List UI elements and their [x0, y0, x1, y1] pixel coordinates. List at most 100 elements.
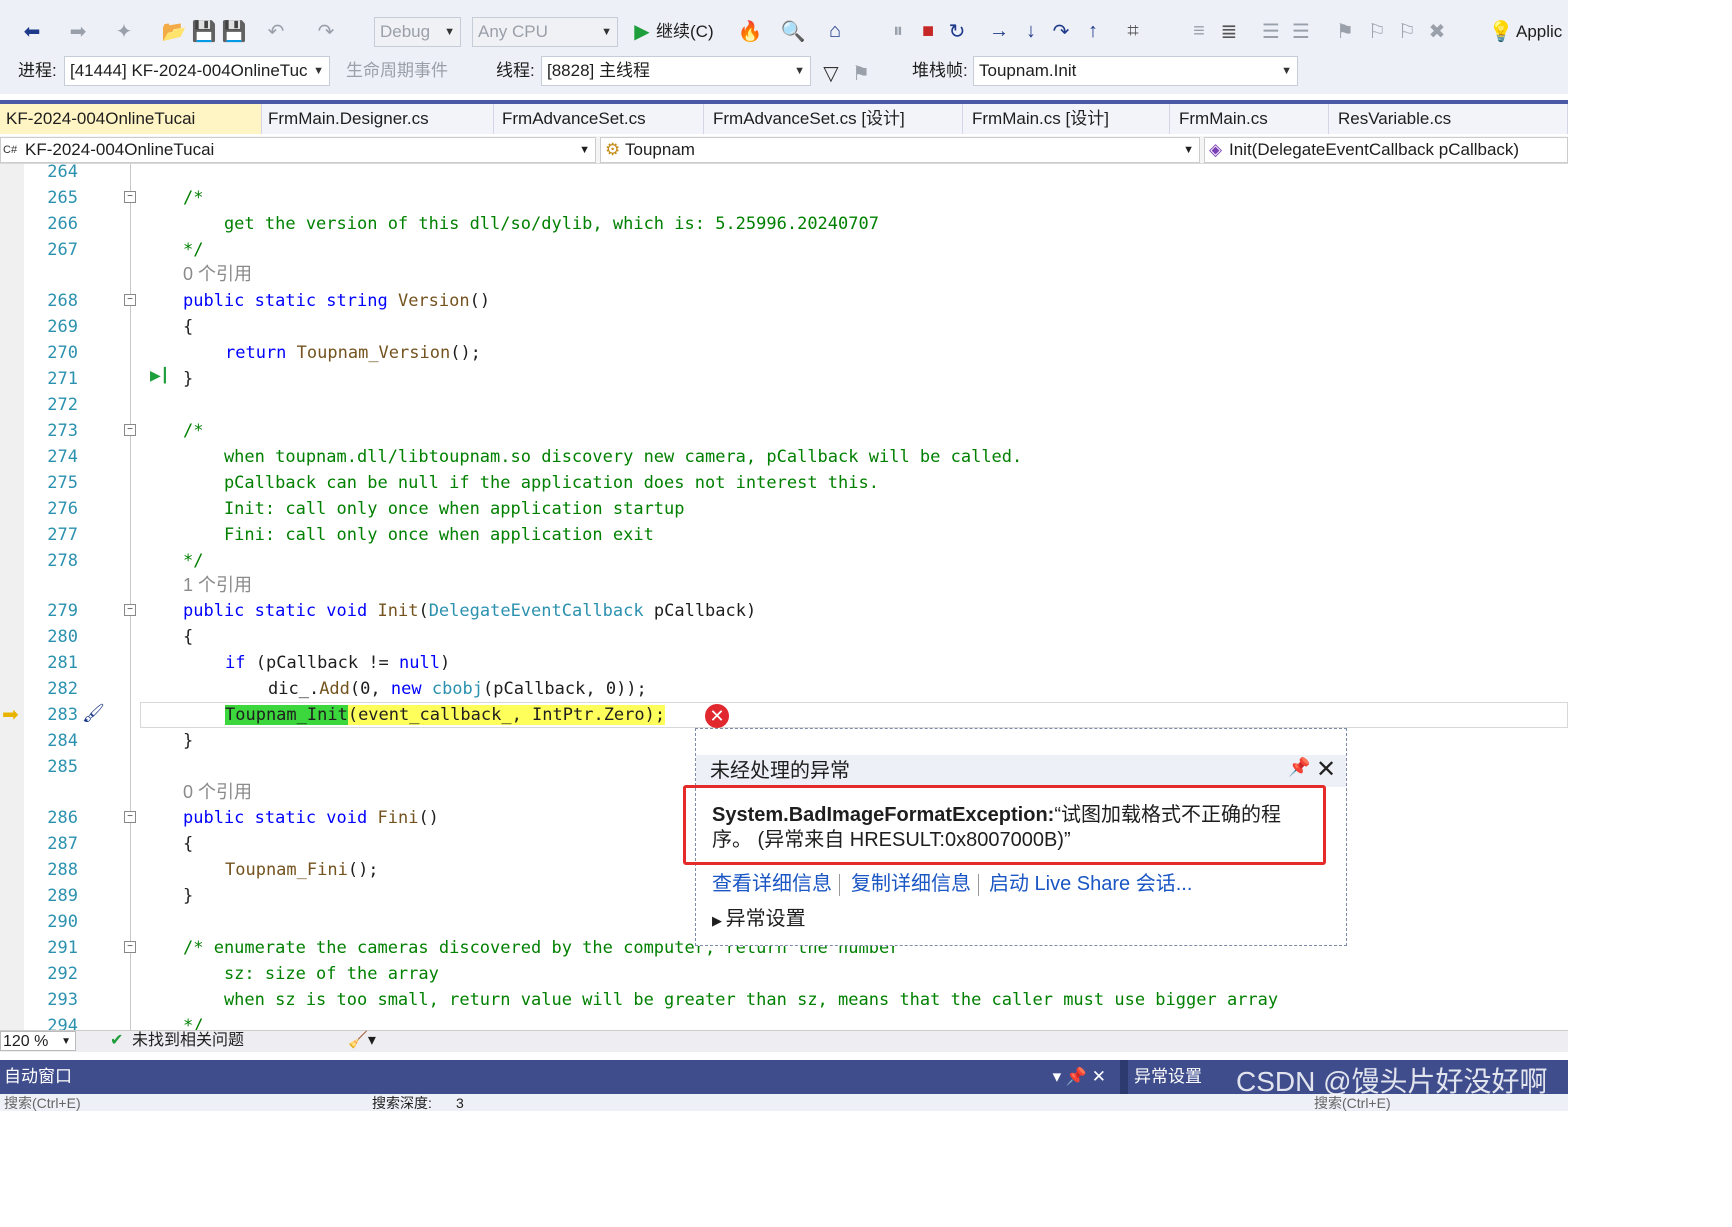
find-in-files-icon[interactable]: 🔍 [780, 14, 806, 48]
exception-call-highlight: Toupnam_Init [225, 705, 348, 725]
undo-icon[interactable]: ↶ [264, 14, 288, 48]
new-project-icon[interactable]: ✦ [112, 14, 136, 48]
line-number: 283 [47, 705, 78, 725]
line-number: 264 [47, 164, 78, 182]
reference-count[interactable]: 0 个引用 [183, 261, 252, 287]
process-select[interactable]: [41444] KF-2024-004OnlineTuc ▼ [64, 56, 330, 86]
reference-count[interactable]: 0 个引用 [183, 779, 252, 805]
uncomment-icon[interactable]: ≣ [1218, 14, 1240, 48]
member-dropdown[interactable]: ◈ Init(DelegateEventCallback pCallback) [1204, 137, 1568, 163]
collapse-icon[interactable]: − [124, 604, 136, 616]
code-method: Version [397, 291, 470, 311]
forward-icon[interactable]: ➡ [66, 14, 90, 48]
view-details-link[interactable]: 查看详细信息 [712, 870, 832, 898]
tab-frmadvanceset-design[interactable]: FrmAdvanceSet.cs [设计] [707, 104, 963, 134]
clear-bookmarks-icon[interactable]: ✖ [1426, 14, 1448, 48]
continue-button[interactable]: 继续(C) [656, 17, 714, 47]
line-number: 267 [47, 240, 78, 260]
autos-search-input[interactable]: 搜索(Ctrl+E) [4, 1096, 81, 1111]
stop-icon[interactable]: ■ [918, 14, 938, 48]
code-text: dic_. [268, 679, 320, 699]
lifecycle-events-button[interactable]: 生命周期事件 [346, 56, 448, 86]
flag-threads-icon[interactable]: ⚑ [850, 56, 872, 90]
tab-frmadvanceset[interactable]: FrmAdvanceSet.cs [496, 104, 704, 134]
tab-frmmain[interactable]: FrmMain.cs [1173, 104, 1329, 134]
cleanup-icon[interactable]: 🧹▾ [348, 1031, 376, 1051]
collapse-icon[interactable]: − [124, 941, 136, 953]
code-type: cbobj [431, 679, 484, 699]
diagnostics-icon[interactable]: ⌂ [822, 14, 848, 48]
code-comment: */ [183, 551, 204, 571]
quick-actions-brush-icon[interactable]: 🖌 [82, 703, 105, 724]
code-text: (pCallback != [255, 653, 400, 673]
stackframe-label: 堆栈帧: [912, 61, 968, 80]
continue-play-icon[interactable]: ▶ [632, 14, 652, 48]
hex-display-icon[interactable]: ⌗ [1122, 14, 1144, 48]
member-value: Init(DelegateEventCallback pCallback) [1229, 140, 1520, 159]
reference-count[interactable]: 1 个引用 [183, 572, 252, 598]
bookmark-icon[interactable]: ⚑ [1334, 14, 1356, 48]
pin-icon[interactable]: 📌 [1288, 757, 1310, 778]
filter-icon[interactable]: ▽ [820, 56, 842, 90]
autos-window-controls[interactable]: ▾ 📌 ✕ [1053, 1060, 1106, 1094]
hot-reload-icon[interactable]: 🔥 [738, 14, 763, 48]
pause-icon[interactable]: ⏸ [888, 14, 908, 48]
step-into-icon[interactable]: ↓ [1020, 14, 1042, 48]
issues-status[interactable]: 未找到相关问题 [132, 1031, 244, 1051]
collapse-icon[interactable]: − [124, 811, 136, 823]
code-comment: /* [183, 421, 204, 441]
code-comment: */ [183, 1016, 204, 1030]
current-statement-highlight: (event_callback_, IntPtr.Zero); [347, 705, 666, 725]
prev-bookmark-icon[interactable]: ⚐ [1366, 14, 1388, 48]
save-all-icon[interactable]: 💾 [222, 14, 247, 48]
chevron-down-icon: ▼ [579, 144, 590, 156]
indicator-margin[interactable] [0, 164, 24, 1030]
show-next-statement-icon[interactable]: → [988, 14, 1010, 48]
app-insights-icon[interactable]: 💡 [1489, 14, 1514, 48]
error-icon[interactable]: ✕ [705, 704, 729, 728]
save-icon[interactable]: 💾 [192, 14, 217, 48]
class-dropdown[interactable]: ⚙ Toupnam ▼ [600, 137, 1200, 163]
step-out-icon[interactable]: ↑ [1082, 14, 1104, 48]
tab-frmmain-designer[interactable]: FrmMain.Designer.cs [262, 104, 494, 134]
code-comment: Fini: call only once when application ex… [183, 525, 654, 545]
outdent-icon[interactable]: ☰ [1290, 14, 1312, 48]
collapse-icon[interactable]: − [124, 424, 136, 436]
tab-project[interactable]: KF-2024-004OnlineTucai [0, 104, 262, 134]
app-insights-label[interactable]: Applic [1516, 17, 1562, 47]
redo-icon[interactable]: ↷ [314, 14, 338, 48]
collapse-icon[interactable]: − [124, 294, 136, 306]
stackframe-select[interactable]: Toupnam.Init ▼ [973, 56, 1298, 86]
start-liveshare-link[interactable]: 启动 Live Share 会话... [989, 870, 1192, 898]
collapse-icon[interactable]: − [124, 191, 136, 203]
exception-settings-expander[interactable]: ▶ 异常设置 [712, 905, 806, 935]
line-number: 278 [47, 551, 78, 571]
line-number: 268 [47, 291, 78, 311]
tab-frmmain-design[interactable]: FrmMain.cs [设计] [966, 104, 1170, 134]
zoom-select[interactable]: 120 % ▼ [0, 1031, 76, 1051]
search-depth-select[interactable]: 3 [456, 1096, 464, 1111]
platform-select[interactable]: Any CPU ▼ [472, 17, 618, 47]
comment-icon[interactable]: ≡ [1188, 14, 1210, 48]
restart-icon[interactable]: ↻ [946, 14, 968, 48]
copy-details-link[interactable]: 复制详细信息 [851, 870, 971, 898]
step-over-icon[interactable]: ↷ [1050, 14, 1072, 48]
run-to-click-icon[interactable]: ▶┃ [150, 367, 169, 384]
line-number: 280 [47, 627, 78, 647]
solution-config-select[interactable]: Debug ▼ [374, 17, 461, 47]
project-dropdown[interactable]: C# KF-2024-004OnlineTucai ▼ [0, 137, 596, 163]
line-number: 286 [47, 808, 78, 828]
back-icon[interactable]: ⬅ [20, 14, 44, 48]
code-keyword: new [390, 679, 422, 699]
line-number: 276 [47, 499, 78, 519]
close-icon[interactable]: ✕ [1316, 755, 1336, 784]
thread-select[interactable]: [8828] 主线程 ▼ [541, 56, 811, 86]
line-number: 274 [47, 447, 78, 467]
link-divider [978, 874, 979, 896]
open-folder-icon[interactable]: 📂 [162, 14, 187, 48]
tab-resvariable[interactable]: ResVariable.cs [1332, 104, 1568, 134]
indent-icon[interactable]: ☰ [1260, 14, 1282, 48]
next-bookmark-icon[interactable]: ⚐ [1396, 14, 1418, 48]
stackframe-value: Toupnam.Init [979, 61, 1077, 80]
link-divider [839, 874, 840, 896]
